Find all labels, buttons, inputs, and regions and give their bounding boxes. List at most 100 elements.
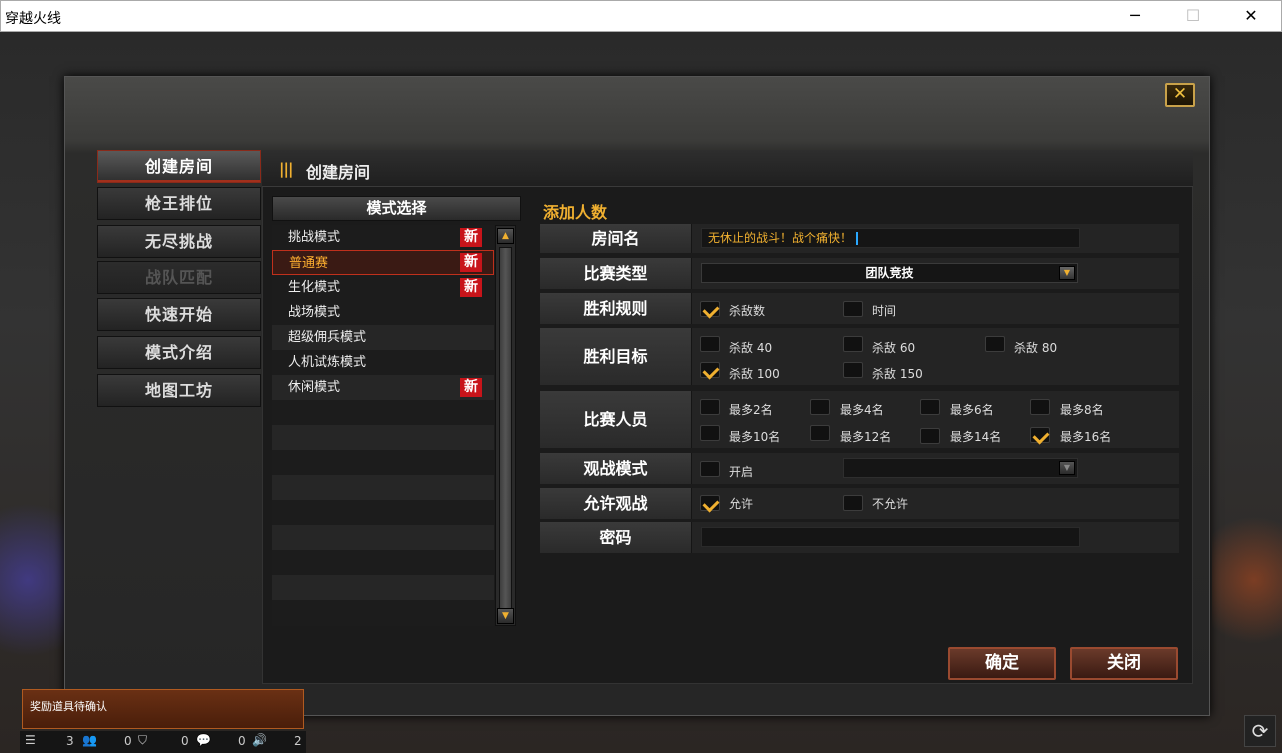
mode-item-label: 生化模式: [288, 280, 341, 295]
mode-empty-row: [272, 450, 494, 475]
mode-item-label: 普通赛: [289, 256, 329, 271]
mode-item[interactable]: 人机试炼模式: [272, 350, 494, 375]
scroll-down-icon[interactable]: ▼: [497, 608, 514, 624]
status-count-1: 3: [66, 734, 74, 748]
max-4-checkbox[interactable]: [810, 399, 830, 415]
sidebar-item-quick-start[interactable]: 快速开始: [97, 298, 261, 331]
new-badge: 新: [460, 278, 482, 297]
password-input[interactable]: [701, 527, 1080, 547]
reward-notice[interactable]: 奖励道具待确认: [22, 689, 304, 729]
mode-item-label: 超级佣兵模式: [288, 330, 367, 345]
sidebar-item-map-workshop[interactable]: 地图工坊: [97, 374, 261, 407]
text-caret: [856, 232, 859, 245]
confirm-button[interactable]: 确定: [948, 647, 1056, 680]
list-icon[interactable]: ☰: [25, 733, 36, 747]
content-header: ||| 创建房间: [262, 150, 1193, 187]
allow-spectate-row: 允许观战 允许 不允许: [540, 488, 1179, 519]
status-count-4: 0: [238, 734, 246, 748]
friends-icon[interactable]: 👥: [82, 733, 97, 747]
time-checkbox[interactable]: [843, 301, 863, 317]
mode-item[interactable]: 超级佣兵模式: [272, 325, 494, 350]
kill-150-label: 杀敌 150: [872, 367, 923, 381]
win-rule-label: 胜利规则: [540, 293, 692, 324]
kill-40-checkbox[interactable]: [700, 336, 720, 352]
background-glow-right: [1212, 500, 1282, 660]
reward-notice-text: 奖励道具待确认: [30, 700, 107, 713]
max-6-label: 最多6名: [950, 403, 994, 417]
max-16-label: 最多16名: [1060, 430, 1112, 444]
close-button[interactable]: 关闭: [1070, 647, 1178, 680]
chevron-down-icon[interactable]: ▼: [1059, 461, 1075, 475]
mode-empty-row: [272, 525, 494, 550]
max-16-checkbox[interactable]: [1030, 427, 1050, 443]
match-type-value: 团队竞技: [865, 266, 914, 280]
shield-icon[interactable]: ⛉: [138, 733, 147, 748]
players-row: 比赛人员 最多2名 最多4名 最多6名 最多8名 最多10名 最多12名 最多1…: [540, 391, 1179, 448]
mode-list-header: 模式选择: [272, 196, 521, 221]
allow-label: 允许: [729, 497, 754, 511]
allow-checkbox[interactable]: [700, 495, 720, 511]
disallow-label: 不允许: [872, 497, 909, 511]
scroll-up-icon[interactable]: ▲: [497, 228, 514, 244]
time-label: 时间: [872, 304, 897, 318]
sidebar-item-ranked[interactable]: 枪王排位: [97, 187, 261, 220]
status-count-2: 0: [124, 734, 132, 748]
max-2-checkbox[interactable]: [700, 399, 720, 415]
content-title: 创建房间: [306, 163, 371, 182]
mode-item[interactable]: 挑战模式 新: [272, 225, 494, 250]
match-type-select[interactable]: 团队竞技 ▼: [701, 263, 1078, 283]
scroll-thumb[interactable]: [499, 247, 512, 618]
mode-item-selected[interactable]: 普通赛 新: [272, 250, 494, 275]
dialog-close-button[interactable]: ✕: [1165, 83, 1195, 107]
section-title: 添加人数: [543, 203, 608, 222]
mode-empty-row: [272, 550, 494, 575]
kill-60-label: 杀敌 60: [872, 341, 916, 355]
chat-icon[interactable]: 💬: [196, 733, 211, 747]
mode-item-label: 人机试炼模式: [288, 355, 367, 370]
window-titlebar: 穿越火线 ─ ☐ ✕: [0, 0, 1282, 32]
disallow-checkbox[interactable]: [843, 495, 863, 511]
minimize-button[interactable]: ─: [1106, 1, 1164, 33]
max-14-checkbox[interactable]: [920, 428, 940, 444]
max-6-checkbox[interactable]: [920, 399, 940, 415]
max-10-checkbox[interactable]: [700, 425, 720, 441]
mode-empty-row: [272, 600, 494, 625]
maximize-button[interactable]: ☐: [1164, 1, 1222, 33]
mode-item[interactable]: 生化模式 新: [272, 275, 494, 300]
kill-150-checkbox[interactable]: [843, 362, 863, 378]
status-count-3: 0: [181, 734, 189, 748]
window-title: 穿越火线: [5, 11, 61, 27]
mode-list: 挑战模式新 普通赛新 生化模式新 战场模式 超级佣兵模式 人机试炼模式 休闲模式…: [272, 225, 494, 626]
spectate-mode-label: 观战模式: [540, 453, 692, 484]
kill-count-checkbox[interactable]: [700, 301, 720, 317]
max-12-checkbox[interactable]: [810, 425, 830, 441]
kill-80-checkbox[interactable]: [985, 336, 1005, 352]
bars-icon: |||: [279, 160, 293, 178]
mode-item[interactable]: 休闲模式 新: [272, 375, 494, 400]
kill-100-checkbox[interactable]: [700, 362, 720, 378]
room-name-input[interactable]: 无休止的战斗！战个痛快！: [701, 228, 1080, 248]
kill-80-label: 杀敌 80: [1014, 341, 1058, 355]
mode-empty-row: [272, 400, 494, 425]
max-2-label: 最多2名: [729, 403, 773, 417]
kill-60-checkbox[interactable]: [843, 336, 863, 352]
chevron-down-icon[interactable]: ▼: [1059, 266, 1075, 280]
new-badge: 新: [460, 378, 482, 397]
max-8-label: 最多8名: [1060, 403, 1104, 417]
mode-item[interactable]: 战场模式: [272, 300, 494, 325]
max-10-label: 最多10名: [729, 430, 781, 444]
sidebar-item-endless[interactable]: 无尽挑战: [97, 225, 261, 258]
max-8-checkbox[interactable]: [1030, 399, 1050, 415]
match-type-row: 比赛类型 团队竞技 ▼: [540, 258, 1179, 289]
sidebar-item-create-room[interactable]: 创建房间: [97, 150, 261, 183]
refresh-icon[interactable]: ⟳: [1244, 715, 1276, 747]
mode-item-label: 战场模式: [288, 305, 341, 320]
sidebar-item-mode-intro[interactable]: 模式介绍: [97, 336, 261, 369]
status-bar: ☰ 3 👥 0 ⛉ 0 💬 0 🔊 2: [20, 731, 306, 753]
spectate-mode-select[interactable]: ▼: [843, 458, 1078, 478]
spectate-on-checkbox[interactable]: [700, 461, 720, 477]
password-row: 密码: [540, 522, 1179, 553]
speaker-icon[interactable]: 🔊: [252, 733, 267, 747]
close-window-button[interactable]: ✕: [1222, 1, 1280, 33]
mode-list-scrollbar[interactable]: ▲ ▼: [495, 225, 516, 626]
